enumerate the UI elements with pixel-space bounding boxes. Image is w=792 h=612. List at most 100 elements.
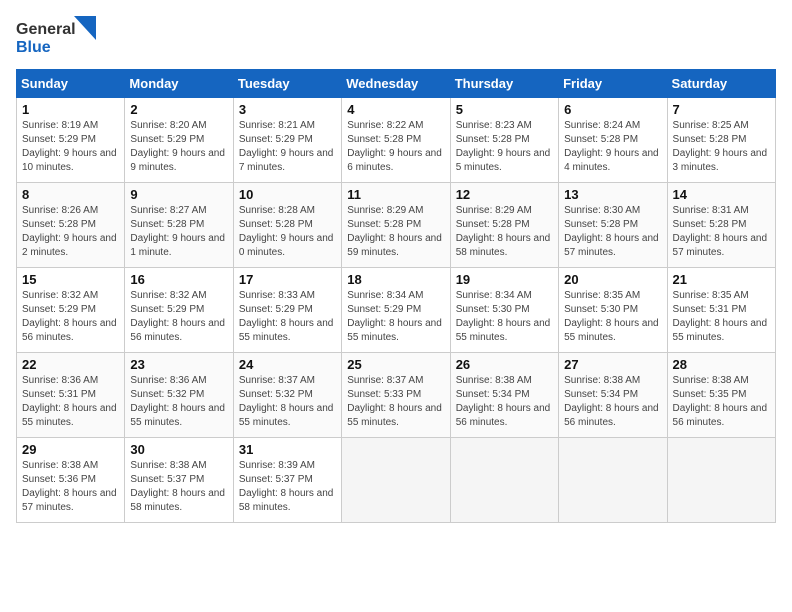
svg-text:Blue: Blue [16,39,51,56]
calendar-cell: 9 Sunrise: 8:27 AM Sunset: 5:28 PM Dayli… [125,183,233,268]
calendar-cell [450,438,558,523]
day-info: Sunrise: 8:23 AM Sunset: 5:28 PM Dayligh… [456,119,553,175]
day-info: Sunrise: 8:38 AM Sunset: 5:35 PM Dayligh… [673,374,770,430]
calendar-cell: 27 Sunrise: 8:38 AM Sunset: 5:34 PM Dayl… [559,353,667,438]
calendar-cell: 24 Sunrise: 8:37 AM Sunset: 5:32 PM Dayl… [233,353,341,438]
day-info: Sunrise: 8:33 AM Sunset: 5:29 PM Dayligh… [239,289,336,345]
day-number: 12 [456,187,553,202]
day-info: Sunrise: 8:37 AM Sunset: 5:32 PM Dayligh… [239,374,336,430]
calendar-cell: 20 Sunrise: 8:35 AM Sunset: 5:30 PM Dayl… [559,268,667,353]
day-info: Sunrise: 8:32 AM Sunset: 5:29 PM Dayligh… [130,289,227,345]
day-number: 15 [22,272,119,287]
calendar-cell: 6 Sunrise: 8:24 AM Sunset: 5:28 PM Dayli… [559,98,667,183]
day-info: Sunrise: 8:35 AM Sunset: 5:30 PM Dayligh… [564,289,661,345]
day-number: 19 [456,272,553,287]
day-number: 31 [239,442,336,457]
calendar-cell: 12 Sunrise: 8:29 AM Sunset: 5:28 PM Dayl… [450,183,558,268]
day-info: Sunrise: 8:31 AM Sunset: 5:28 PM Dayligh… [673,204,770,260]
calendar-cell: 23 Sunrise: 8:36 AM Sunset: 5:32 PM Dayl… [125,353,233,438]
calendar-cell: 29 Sunrise: 8:38 AM Sunset: 5:36 PM Dayl… [17,438,125,523]
calendar-cell: 7 Sunrise: 8:25 AM Sunset: 5:28 PM Dayli… [667,98,775,183]
calendar-cell [342,438,450,523]
day-number: 27 [564,357,661,372]
day-info: Sunrise: 8:30 AM Sunset: 5:28 PM Dayligh… [564,204,661,260]
calendar-cell: 25 Sunrise: 8:37 AM Sunset: 5:33 PM Dayl… [342,353,450,438]
day-number: 30 [130,442,227,457]
calendar-week-row: 8 Sunrise: 8:26 AM Sunset: 5:28 PM Dayli… [17,183,776,268]
day-number: 22 [22,357,119,372]
day-info: Sunrise: 8:29 AM Sunset: 5:28 PM Dayligh… [347,204,444,260]
calendar-cell: 10 Sunrise: 8:28 AM Sunset: 5:28 PM Dayl… [233,183,341,268]
day-info: Sunrise: 8:24 AM Sunset: 5:28 PM Dayligh… [564,119,661,175]
day-number: 23 [130,357,227,372]
day-number: 1 [22,102,119,117]
weekday-header-friday: Friday [559,70,667,98]
weekday-header-wednesday: Wednesday [342,70,450,98]
calendar-cell: 21 Sunrise: 8:35 AM Sunset: 5:31 PM Dayl… [667,268,775,353]
calendar-cell [667,438,775,523]
day-info: Sunrise: 8:20 AM Sunset: 5:29 PM Dayligh… [130,119,227,175]
day-number: 10 [239,187,336,202]
day-number: 16 [130,272,227,287]
logo-svg: GeneralBlue [16,16,96,61]
calendar-cell: 2 Sunrise: 8:20 AM Sunset: 5:29 PM Dayli… [125,98,233,183]
day-number: 20 [564,272,661,287]
day-info: Sunrise: 8:34 AM Sunset: 5:30 PM Dayligh… [456,289,553,345]
day-info: Sunrise: 8:36 AM Sunset: 5:31 PM Dayligh… [22,374,119,430]
calendar-week-row: 1 Sunrise: 8:19 AM Sunset: 5:29 PM Dayli… [17,98,776,183]
calendar-cell: 22 Sunrise: 8:36 AM Sunset: 5:31 PM Dayl… [17,353,125,438]
calendar-table: SundayMondayTuesdayWednesdayThursdayFrid… [16,69,776,523]
day-number: 21 [673,272,770,287]
day-number: 26 [456,357,553,372]
day-info: Sunrise: 8:38 AM Sunset: 5:34 PM Dayligh… [564,374,661,430]
svg-text:General: General [16,21,76,38]
page-header: GeneralBlue [16,16,776,61]
day-info: Sunrise: 8:36 AM Sunset: 5:32 PM Dayligh… [130,374,227,430]
day-info: Sunrise: 8:21 AM Sunset: 5:29 PM Dayligh… [239,119,336,175]
day-info: Sunrise: 8:22 AM Sunset: 5:28 PM Dayligh… [347,119,444,175]
day-number: 8 [22,187,119,202]
calendar-cell: 8 Sunrise: 8:26 AM Sunset: 5:28 PM Dayli… [17,183,125,268]
day-info: Sunrise: 8:27 AM Sunset: 5:28 PM Dayligh… [130,204,227,260]
calendar-cell: 5 Sunrise: 8:23 AM Sunset: 5:28 PM Dayli… [450,98,558,183]
day-info: Sunrise: 8:37 AM Sunset: 5:33 PM Dayligh… [347,374,444,430]
day-number: 9 [130,187,227,202]
day-info: Sunrise: 8:35 AM Sunset: 5:31 PM Dayligh… [673,289,770,345]
day-number: 2 [130,102,227,117]
calendar-cell: 18 Sunrise: 8:34 AM Sunset: 5:29 PM Dayl… [342,268,450,353]
day-info: Sunrise: 8:38 AM Sunset: 5:37 PM Dayligh… [130,459,227,515]
day-number: 14 [673,187,770,202]
day-info: Sunrise: 8:38 AM Sunset: 5:34 PM Dayligh… [456,374,553,430]
day-number: 13 [564,187,661,202]
calendar-cell: 19 Sunrise: 8:34 AM Sunset: 5:30 PM Dayl… [450,268,558,353]
calendar-cell: 28 Sunrise: 8:38 AM Sunset: 5:35 PM Dayl… [667,353,775,438]
calendar-week-row: 22 Sunrise: 8:36 AM Sunset: 5:31 PM Dayl… [17,353,776,438]
day-number: 25 [347,357,444,372]
calendar-cell: 13 Sunrise: 8:30 AM Sunset: 5:28 PM Dayl… [559,183,667,268]
weekday-header-tuesday: Tuesday [233,70,341,98]
day-number: 28 [673,357,770,372]
calendar-cell: 16 Sunrise: 8:32 AM Sunset: 5:29 PM Dayl… [125,268,233,353]
calendar-cell: 26 Sunrise: 8:38 AM Sunset: 5:34 PM Dayl… [450,353,558,438]
calendar-cell: 4 Sunrise: 8:22 AM Sunset: 5:28 PM Dayli… [342,98,450,183]
day-info: Sunrise: 8:19 AM Sunset: 5:29 PM Dayligh… [22,119,119,175]
day-number: 7 [673,102,770,117]
calendar-week-row: 15 Sunrise: 8:32 AM Sunset: 5:29 PM Dayl… [17,268,776,353]
day-number: 11 [347,187,444,202]
weekday-header-saturday: Saturday [667,70,775,98]
day-info: Sunrise: 8:38 AM Sunset: 5:36 PM Dayligh… [22,459,119,515]
day-info: Sunrise: 8:26 AM Sunset: 5:28 PM Dayligh… [22,204,119,260]
calendar-cell: 15 Sunrise: 8:32 AM Sunset: 5:29 PM Dayl… [17,268,125,353]
weekday-header-sunday: Sunday [17,70,125,98]
calendar-cell [559,438,667,523]
calendar-week-row: 29 Sunrise: 8:38 AM Sunset: 5:36 PM Dayl… [17,438,776,523]
calendar-cell: 17 Sunrise: 8:33 AM Sunset: 5:29 PM Dayl… [233,268,341,353]
day-number: 6 [564,102,661,117]
calendar-cell: 31 Sunrise: 8:39 AM Sunset: 5:37 PM Dayl… [233,438,341,523]
calendar-cell: 14 Sunrise: 8:31 AM Sunset: 5:28 PM Dayl… [667,183,775,268]
calendar-cell: 30 Sunrise: 8:38 AM Sunset: 5:37 PM Dayl… [125,438,233,523]
weekday-header-monday: Monday [125,70,233,98]
logo: GeneralBlue [16,16,96,61]
calendar-cell: 1 Sunrise: 8:19 AM Sunset: 5:29 PM Dayli… [17,98,125,183]
day-number: 24 [239,357,336,372]
